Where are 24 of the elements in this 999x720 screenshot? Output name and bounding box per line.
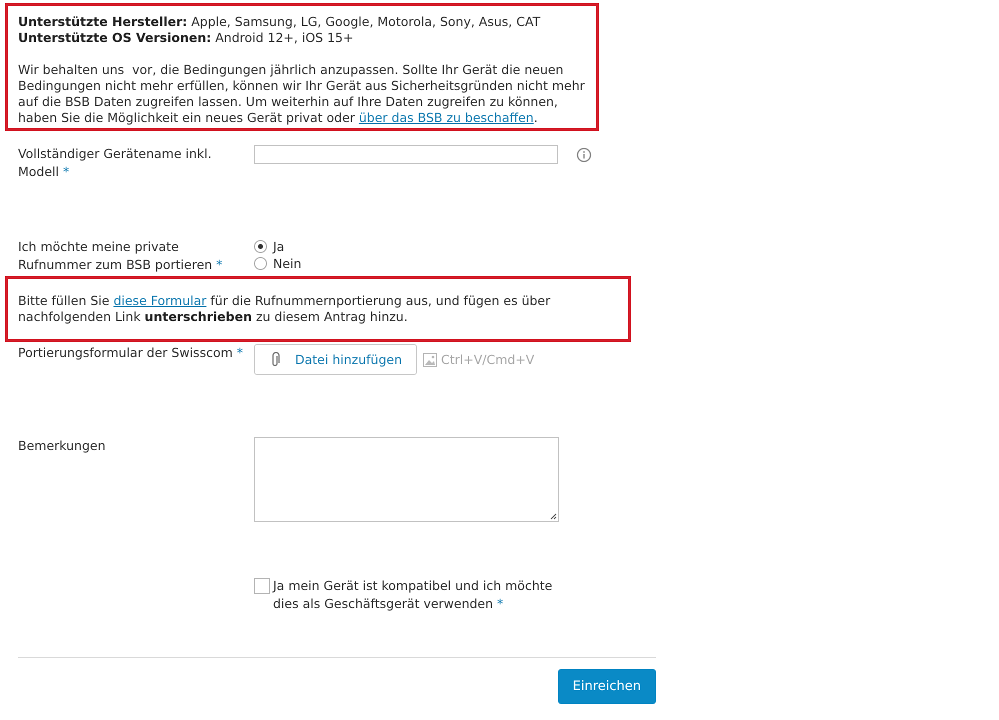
add-file-button[interactable]: Datei hinzufügen xyxy=(254,344,417,375)
info-icon[interactable] xyxy=(576,146,592,162)
procure-link[interactable]: über das BSB zu beschaffen xyxy=(358,110,534,125)
image-icon xyxy=(423,352,437,366)
checkbox-label: Ja mein Gerät ist kompatibel und ich möchte dies als Geschäftsgerät verwenden * xyxy=(273,577,554,613)
field-label: Portierungsformular der Swisscom * xyxy=(18,344,244,362)
form-link[interactable]: diese Formular xyxy=(113,293,206,308)
remarks-field[interactable] xyxy=(254,437,559,522)
support-info-text: Unterstützte Hersteller: Apple, Samsung, LG, Google, Motorola, Sony, Asus, CAT xyxy=(18,14,542,30)
paste-hint: Ctrl+V/Cmd+V xyxy=(441,352,534,367)
radio-label: Nein xyxy=(273,255,302,272)
conditions-text: Wir behalten uns vor, die Bedingungen jährlich anzupassen. Sollte Ihr Gerät die neuen Bedingungen nicht mehr erfüllen, können wir Ihr Gerät aus Sicherheitsgründen nicht mehr auf die BSB Daten zugreifen lassen. Um weiterhin auf Ihre Daten zugreifen zu können, haben Sie die Möglichkeit ein neues Gerät privat oder über das BSB zu beschaffen. xyxy=(18,62,586,126)
submit-button[interactable]: Einreichen xyxy=(558,669,656,704)
radio-label: Ja xyxy=(273,238,284,255)
support-info-text: Unterstützte OS Versionen: Android 12+, iOS 15+ xyxy=(18,30,354,46)
field-label: Vollständiger Gerätename inkl. Modell * xyxy=(18,145,213,181)
port-instructions-text: Bitte füllen Sie diese Formular für die Rufnummernportierung aus, und fügen es über nachfolgenden Link unterschrieben zu diesem Antrag hinzu. xyxy=(18,293,552,325)
device-name-field[interactable] xyxy=(254,145,558,164)
checkbox[interactable] xyxy=(254,578,270,594)
radio-button[interactable] xyxy=(254,257,267,270)
resize-grip-icon[interactable] xyxy=(549,512,557,520)
field-label: Bemerkungen xyxy=(18,437,107,455)
field-label: Ich möchte meine private Rufnummer zum BSB portieren * xyxy=(18,238,224,274)
radio-button[interactable] xyxy=(254,240,267,253)
